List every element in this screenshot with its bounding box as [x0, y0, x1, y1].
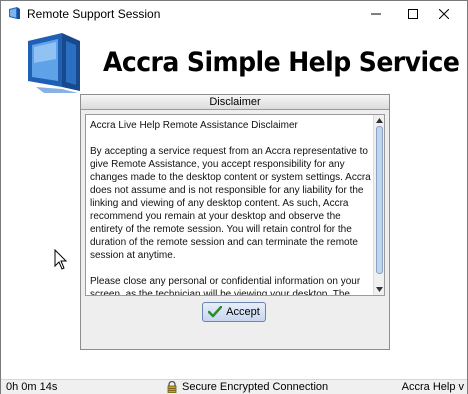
- window-title: Remote Support Session: [27, 7, 161, 21]
- secure-connection-label: Secure Encrypted Connection: [182, 381, 329, 393]
- status-bar: 0h 0m 14s Secure Encrypted Connection Ac…: [1, 379, 467, 394]
- title-bar[interactable]: Remote Support Session: [1, 1, 467, 27]
- monitor-logo-icon: [22, 29, 90, 97]
- disclaimer-paragraph: Please close any personal or confidentia…: [90, 276, 361, 296]
- secure-connection-status: Secure Encrypted Connection: [166, 381, 328, 393]
- lock-icon: [167, 381, 177, 393]
- app-version: Accra Help v: [401, 381, 464, 393]
- disclaimer-dialog: Disclaimer Accra Live Help Remote Assist…: [80, 94, 390, 350]
- close-button[interactable]: [421, 1, 467, 27]
- scroll-up-button[interactable]: [375, 116, 384, 125]
- app-window: Remote Support Session Accra Simple Help…: [0, 0, 468, 394]
- checkmark-icon: [208, 306, 223, 318]
- session-timer: 0h 0m 14s: [6, 381, 58, 393]
- close-icon: [439, 9, 449, 19]
- scroll-thumb[interactable]: [376, 126, 383, 274]
- accept-label: Accept: [226, 306, 260, 318]
- disclaimer-paragraph: By accepting a service request from an A…: [90, 146, 371, 261]
- minimize-icon: [371, 13, 381, 15]
- main-content: Accra Simple Help Service Disclaimer Acc…: [1, 27, 467, 379]
- disclaimer-text: Accra Live Help Remote Assistance Discla…: [90, 119, 374, 296]
- app-icon: [9, 7, 20, 19]
- accept-button[interactable]: Accept: [202, 302, 266, 322]
- dialog-title: Disclaimer: [81, 95, 389, 110]
- disclaimer-text-area[interactable]: Accra Live Help Remote Assistance Discla…: [85, 114, 385, 296]
- brand-title: Accra Simple Help Service: [103, 47, 460, 78]
- mouse-cursor-icon: [54, 249, 68, 270]
- triangle-down-icon: [376, 287, 383, 292]
- maximize-icon: [408, 9, 418, 19]
- vertical-scrollbar[interactable]: [373, 115, 384, 295]
- scroll-down-button[interactable]: [375, 285, 384, 294]
- triangle-up-icon: [376, 118, 383, 123]
- disclaimer-heading: Accra Live Help Remote Assistance Discla…: [90, 120, 298, 131]
